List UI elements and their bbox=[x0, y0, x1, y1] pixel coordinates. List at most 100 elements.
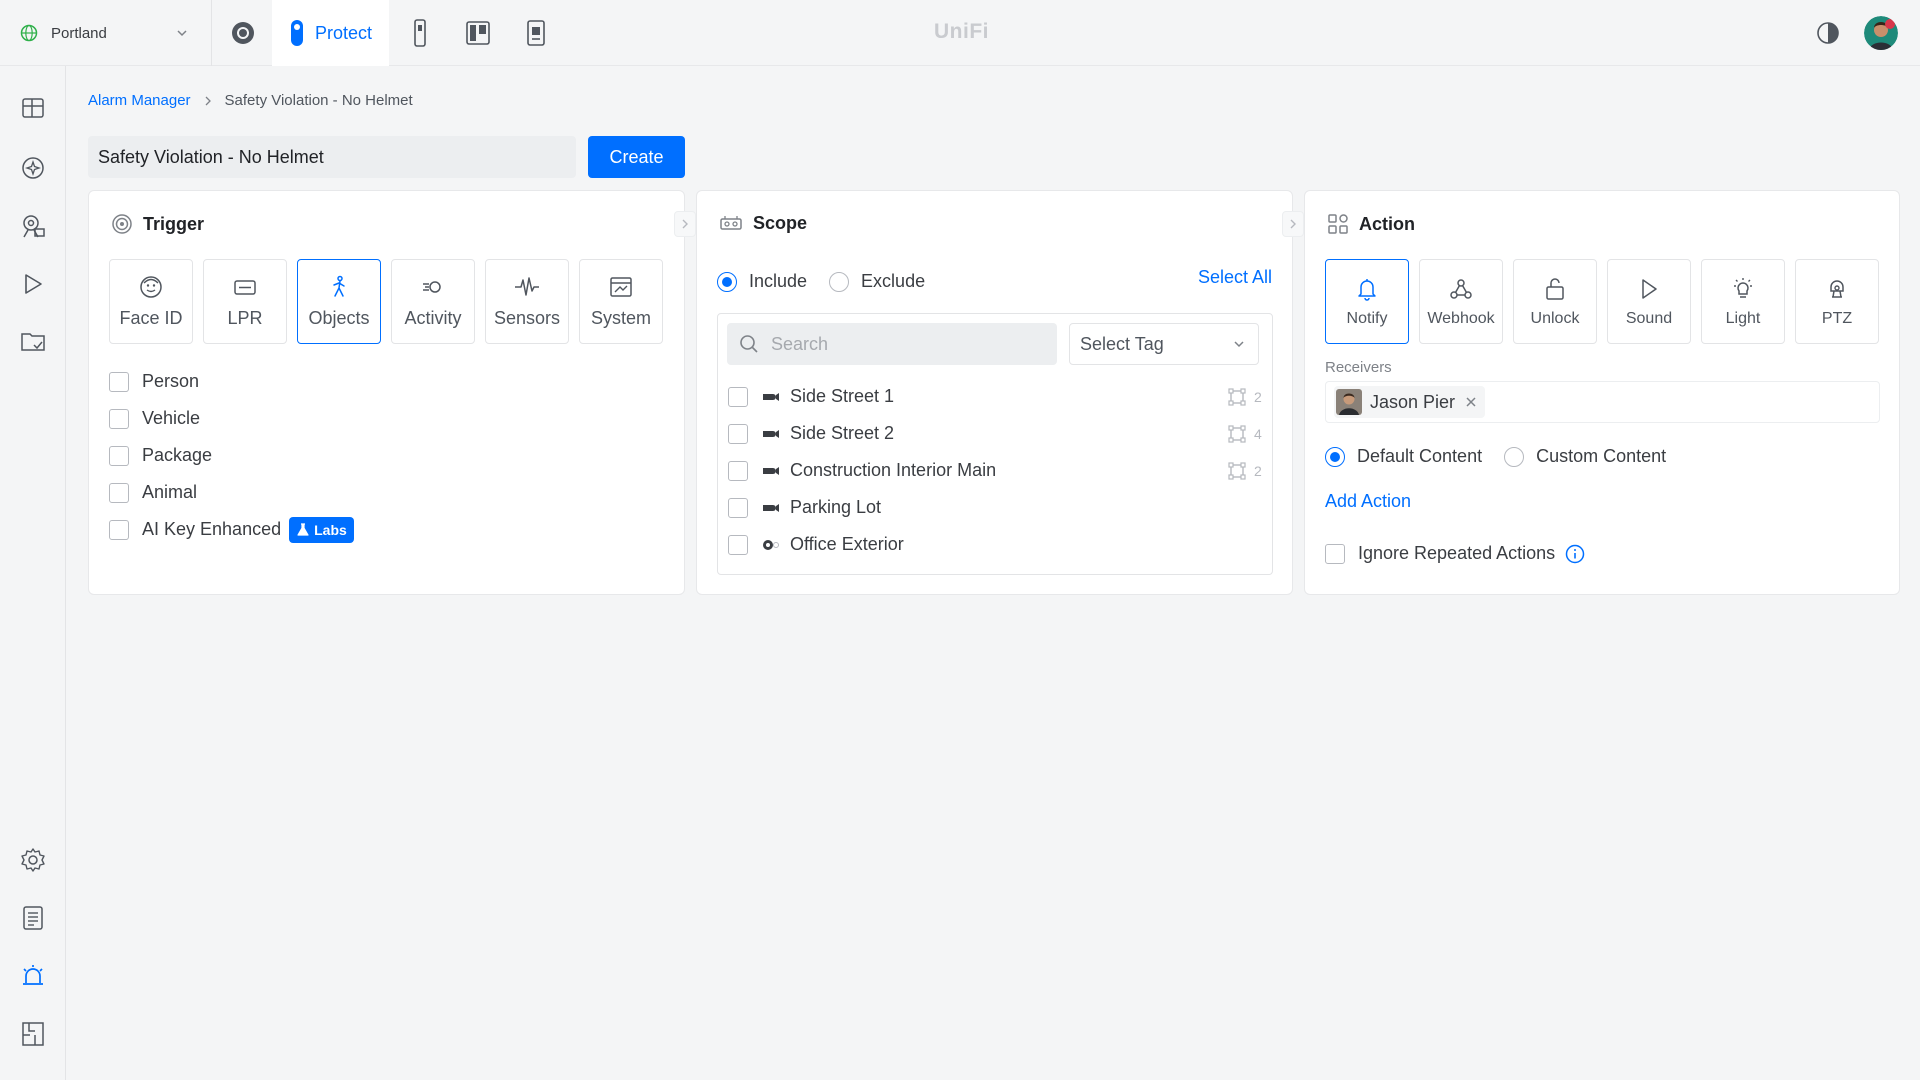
receivers-field[interactable]: Jason Pier bbox=[1325, 381, 1880, 423]
checkbox[interactable] bbox=[109, 371, 129, 392]
object-list: Person Vehicle Package Animal AI Key Enh… bbox=[109, 363, 354, 548]
object-option-person[interactable]: Person bbox=[109, 363, 354, 400]
exclude-radio[interactable] bbox=[829, 271, 850, 292]
license-plate-icon bbox=[232, 274, 258, 300]
select-all-link[interactable]: Select All bbox=[1198, 267, 1272, 288]
site-selector[interactable]: Portland bbox=[0, 0, 212, 66]
alarm-icon bbox=[23, 965, 43, 985]
trigger-type-face-id[interactable]: Face ID bbox=[109, 259, 193, 344]
checkbox[interactable] bbox=[109, 408, 129, 429]
camera-picker: Select Tag Side Street 1 2 Side Street 2 bbox=[717, 313, 1273, 575]
custom-content-radio[interactable] bbox=[1504, 446, 1525, 467]
add-action-link[interactable]: Add Action bbox=[1325, 491, 1411, 512]
floorplan-icon bbox=[22, 1022, 44, 1046]
nav-exports[interactable] bbox=[19, 328, 47, 356]
create-button[interactable]: Create bbox=[588, 136, 685, 178]
camera-row[interactable]: Parking Lot bbox=[728, 489, 1264, 526]
camera-search[interactable] bbox=[727, 323, 1057, 365]
object-label: Package bbox=[142, 445, 213, 465]
zone-indicator: 2 bbox=[1228, 461, 1262, 480]
trigger-type-activity[interactable]: Activity bbox=[391, 259, 475, 344]
object-option-package[interactable]: Package bbox=[109, 437, 354, 474]
chevron-right-icon bbox=[1290, 219, 1296, 229]
scope-collapse-button[interactable] bbox=[1282, 211, 1304, 237]
object-option-vehicle[interactable]: Vehicle bbox=[109, 400, 354, 437]
alarm-name-input[interactable] bbox=[88, 136, 576, 178]
user-avatar[interactable] bbox=[1864, 16, 1898, 50]
action-type-sound[interactable]: Sound bbox=[1607, 259, 1691, 344]
action-type-light[interactable]: Light bbox=[1701, 259, 1785, 344]
zone-indicator: 2 bbox=[1228, 387, 1262, 406]
trigger-type-lpr[interactable]: LPR bbox=[203, 259, 287, 344]
zone-icon bbox=[1228, 461, 1246, 480]
zone-icon bbox=[1228, 387, 1246, 406]
object-label: AI Key Enhanced bbox=[142, 519, 282, 539]
trigger-panel: Trigger Face ID LPR Objects Activity Sen… bbox=[88, 190, 696, 595]
action-type-unlock[interactable]: Unlock bbox=[1513, 259, 1597, 344]
checkbox[interactable] bbox=[109, 519, 129, 540]
object-option-animal[interactable]: Animal bbox=[109, 474, 354, 511]
nav-settings[interactable] bbox=[19, 846, 47, 874]
tile-label: LPR bbox=[227, 308, 263, 328]
nav-dashboard[interactable] bbox=[19, 94, 47, 122]
action-type-notify[interactable]: Notify bbox=[1325, 259, 1409, 344]
trigger-collapse-button[interactable] bbox=[674, 211, 696, 237]
camera-row[interactable]: Construction Interior Main 2 bbox=[728, 452, 1264, 489]
protect-app-tab[interactable]: Protect bbox=[272, 0, 389, 66]
trigger-type-tiles: Face ID LPR Objects Activity Sensors Sys… bbox=[109, 259, 663, 344]
camera-row[interactable]: Side Street 2 4 bbox=[728, 415, 1264, 452]
action-type-webhook[interactable]: Webhook bbox=[1419, 259, 1503, 344]
checkbox[interactable] bbox=[728, 386, 748, 407]
tile-label: Notify bbox=[1346, 309, 1388, 327]
object-option-ai-key-enhanced[interactable]: AI Key Enhanced Labs bbox=[109, 511, 354, 548]
globe-icon bbox=[20, 24, 38, 42]
trigger-title: Trigger bbox=[111, 213, 204, 235]
ignore-repeated-option[interactable]: Ignore Repeated Actions bbox=[1325, 543, 1585, 564]
trigger-type-system[interactable]: System bbox=[579, 259, 663, 344]
unlock-icon bbox=[1542, 276, 1568, 302]
action-type-ptz[interactable]: PTZ bbox=[1795, 259, 1879, 344]
tag-select[interactable]: Select Tag bbox=[1069, 323, 1259, 365]
nav-recordings[interactable] bbox=[19, 270, 47, 298]
checkbox[interactable] bbox=[728, 460, 748, 481]
flask-icon bbox=[297, 522, 309, 536]
nav-ai[interactable] bbox=[19, 154, 47, 182]
camera-row[interactable]: Office Exterior bbox=[728, 526, 1264, 563]
checkbox[interactable] bbox=[728, 423, 748, 444]
talk-app-icon[interactable] bbox=[464, 0, 492, 66]
camera-search-input[interactable] bbox=[771, 333, 1041, 355]
exclude-label: Exclude bbox=[861, 271, 926, 291]
checkbox[interactable] bbox=[109, 482, 129, 503]
trigger-title-text: Trigger bbox=[143, 213, 205, 234]
camera-row[interactable]: Side Street 1 2 bbox=[728, 378, 1264, 415]
tile-label: PTZ bbox=[1821, 309, 1853, 327]
breadcrumb-alarm-manager[interactable]: Alarm Manager bbox=[88, 92, 191, 109]
network-app-icon[interactable] bbox=[224, 0, 262, 66]
checkbox[interactable] bbox=[728, 534, 748, 555]
gear-icon bbox=[21, 848, 45, 872]
trigger-type-objects[interactable]: Objects bbox=[297, 259, 381, 344]
camera-name: Office Exterior bbox=[790, 534, 904, 554]
checkbox[interactable] bbox=[728, 497, 748, 518]
connect-app-icon[interactable] bbox=[524, 0, 548, 66]
include-radio[interactable] bbox=[717, 271, 737, 292]
nav-floorplan[interactable] bbox=[19, 1020, 47, 1048]
chevron-right-icon bbox=[205, 96, 211, 105]
camera-icon bbox=[763, 392, 779, 401]
nav-logs[interactable] bbox=[19, 904, 47, 932]
nav-alarm-manager[interactable] bbox=[19, 962, 47, 990]
theme-toggle-icon[interactable] bbox=[1816, 21, 1840, 45]
nav-devices[interactable] bbox=[19, 212, 47, 240]
motion-icon bbox=[420, 274, 446, 300]
trigger-type-sensors[interactable]: Sensors bbox=[485, 259, 569, 344]
close-icon[interactable] bbox=[1465, 396, 1477, 408]
zone-icon bbox=[1228, 424, 1246, 443]
camera-name: Side Street 1 bbox=[790, 386, 895, 406]
info-icon[interactable] bbox=[1565, 544, 1585, 564]
ignore-repeated-checkbox[interactable] bbox=[1325, 543, 1345, 564]
play-icon bbox=[1636, 276, 1662, 302]
include-label: Include bbox=[749, 271, 808, 291]
access-app-icon[interactable] bbox=[408, 0, 432, 66]
default-content-radio[interactable] bbox=[1325, 446, 1345, 467]
checkbox[interactable] bbox=[109, 445, 129, 466]
